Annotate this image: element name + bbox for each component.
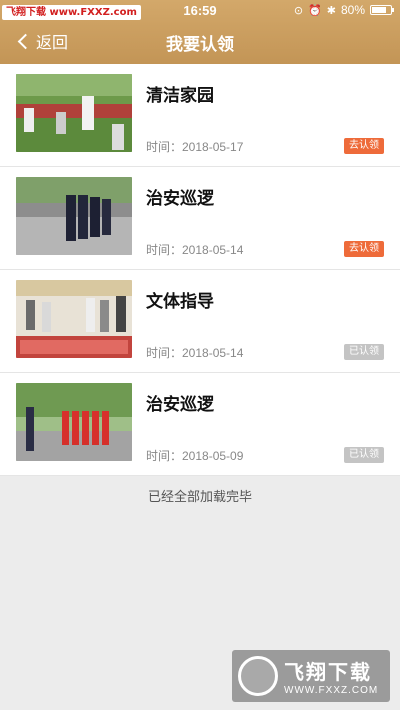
status-indicators: ⊙ ⏰ ✱ 80%	[293, 3, 394, 17]
item-date: 时间：2018-05-14	[146, 346, 244, 360]
claim-button[interactable]: 去认领	[344, 241, 384, 257]
list-item[interactable]: 清洁家园 时间：2018-05-17 去认领	[0, 64, 400, 167]
claimed-badge: 已认领	[344, 344, 384, 360]
task-list: 清洁家园 时间：2018-05-17 去认领 治安巡逻 时间：2018-05-1…	[0, 64, 400, 476]
thumbnail-image	[16, 74, 132, 152]
watermark-title: 飞翔下载	[284, 662, 372, 684]
item-date: 时间：2018-05-14	[146, 243, 244, 257]
watermark-url: WWW.FXXZ.COM	[284, 685, 379, 696]
item-title: 治安巡逻	[146, 395, 214, 414]
item-title: 治安巡逻	[146, 189, 214, 208]
battery-fill	[372, 7, 387, 13]
claimed-badge: 已认领	[344, 447, 384, 463]
brand-logo-icon	[238, 656, 278, 696]
thumbnail-image	[16, 383, 132, 461]
item-title: 文体指导	[146, 292, 214, 311]
site-watermark-badge: 飞翔下载 WWW.FXXZ.COM	[232, 650, 390, 702]
thumbnail-image	[16, 177, 132, 255]
item-date: 时间：2018-05-17	[146, 140, 244, 154]
item-title: 清洁家园	[146, 86, 214, 105]
alarm-icon: ⏰	[308, 4, 322, 17]
battery-percentage: 80%	[340, 3, 365, 17]
bluetooth-icon: ✱	[326, 4, 336, 17]
page-title: 我要认领	[166, 35, 234, 54]
end-of-list-message: 已经全部加载完毕	[147, 489, 252, 504]
header-bar: 飞翔下载 www.FXXZ.com 16:59 ⊙ ⏰ ✱ 80% 返回 我要认…	[0, 0, 400, 64]
orientation-lock-icon: ⊙	[293, 4, 304, 17]
battery-icon	[370, 5, 394, 15]
thumbnail-image	[16, 280, 132, 358]
claim-button[interactable]: 去认领	[344, 138, 384, 154]
item-date: 时间：2018-05-09	[146, 449, 244, 463]
list-item[interactable]: 文体指导 时间：2018-05-14 已认领	[0, 270, 400, 373]
list-item[interactable]: 治安巡逻 时间：2018-05-14 去认领	[0, 167, 400, 270]
list-item[interactable]: 治安巡逻 时间：2018-05-09 已认领	[0, 373, 400, 476]
